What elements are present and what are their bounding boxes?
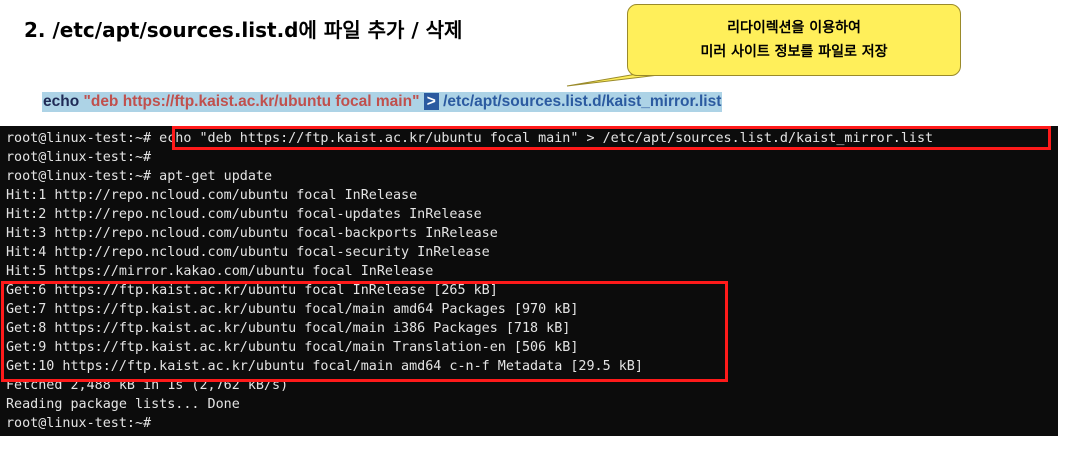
terminal-line: Get:10 https://ftp.kaist.ac.kr/ubuntu fo…	[6, 359, 643, 374]
terminal-line: Hit:5 https://mirror.kakao.com/ubuntu fo…	[6, 264, 434, 279]
slide-title: 2. /etc/apt/sources.list.d에 파일 추가 / 삭제	[24, 18, 463, 42]
terminal-line: Hit:3 http://repo.ncloud.com/ubuntu foca…	[6, 226, 498, 241]
command-redirect: >	[423, 93, 439, 110]
terminal-line: Hit:2 http://repo.ncloud.com/ubuntu foca…	[6, 207, 482, 222]
command-path: /etc/apt/sources.list.d/kaist_mirror.lis…	[443, 93, 722, 110]
terminal-line: root@linux-test:~# apt-get update	[6, 169, 273, 184]
callout-line-1: 리다이렉션을 이용하여	[727, 20, 861, 36]
terminal-line: Get:6 https://ftp.kaist.ac.kr/ubuntu foc…	[6, 283, 498, 298]
callout-note: 리다이렉션을 이용하여 미러 사이트 정보를 파일로 저장	[627, 4, 961, 76]
terminal-line: Hit:4 http://repo.ncloud.com/ubuntu foca…	[6, 245, 490, 260]
command-echo: echo	[43, 93, 80, 110]
terminal-line: Get:7 https://ftp.kaist.ac.kr/ubuntu foc…	[6, 302, 579, 317]
terminal-line: Hit:1 http://repo.ncloud.com/ubuntu foca…	[6, 188, 418, 203]
terminal-line: Get:9 https://ftp.kaist.ac.kr/ubuntu foc…	[6, 340, 579, 355]
terminal-line: Get:8 https://ftp.kaist.ac.kr/ubuntu foc…	[6, 321, 571, 336]
terminal-line: root@linux-test:~#	[6, 416, 152, 431]
command-string: "deb https://ftp.kaist.ac.kr/ubuntu foca…	[83, 93, 420, 110]
callout-line-2: 미러 사이트 정보를 파일로 저장	[700, 44, 888, 60]
terminal-line: Fetched 2,488 kB in 1s (2,762 kB/s)	[6, 378, 289, 393]
terminal-line: root@linux-test:~#	[6, 150, 152, 165]
terminal-line: root@linux-test:~# echo "deb https://ftp…	[6, 131, 934, 146]
terminal-line: Reading package lists... Done	[6, 397, 240, 412]
terminal-window[interactable]: root@linux-test:~# echo "deb https://ftp…	[0, 126, 1058, 436]
command-example: echo "deb https://ftp.kaist.ac.kr/ubuntu…	[42, 92, 723, 112]
